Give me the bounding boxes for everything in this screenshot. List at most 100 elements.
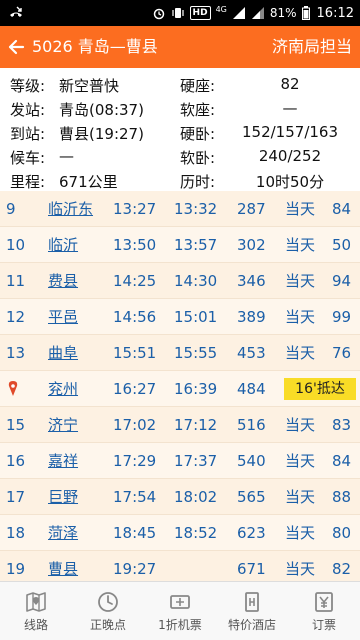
- clock-icon: [98, 592, 118, 612]
- arrive-time: 17:02: [113, 416, 157, 434]
- stop-row[interactable]: 9 临沂东 13:27 13:32 287 当天 84: [0, 191, 360, 227]
- arrive-time: 18:45: [113, 524, 157, 542]
- distance-km: 484: [237, 380, 266, 398]
- station-link[interactable]: 费县: [48, 271, 78, 291]
- distance-km: 287: [237, 200, 266, 218]
- stop-number: 19: [6, 560, 26, 578]
- hotel-icon: [245, 592, 259, 612]
- bureau-label: 济南局担当: [271, 37, 352, 56]
- distance-value: 671公里: [59, 173, 118, 191]
- location-pin-icon: [8, 381, 18, 396]
- depart-time: 17:37: [174, 452, 218, 470]
- distance-km: 516: [237, 416, 266, 434]
- stop-row[interactable]: 11 费县 14:25 14:30 346 当天 94: [0, 263, 360, 299]
- station-link[interactable]: 济宁: [48, 415, 78, 435]
- stop-number: 17: [6, 488, 26, 506]
- station-link[interactable]: 曹县: [48, 559, 78, 579]
- nav-hotel-label: 特价酒店: [227, 618, 276, 632]
- stop-list[interactable]: 9 临沂东 13:27 13:32 287 当天 84 10 临沂 13:50 …: [0, 191, 360, 581]
- vibrate-icon: [171, 8, 184, 18]
- depart-time: 14:30: [174, 272, 218, 290]
- stop-row[interactable]: 15 济宁 17:02 17:12 516 当天 83: [0, 407, 360, 443]
- status-bar: HD 4G 81% 16:12: [0, 0, 360, 26]
- day-offset: 当天: [285, 488, 316, 506]
- day-offset: 当天: [285, 272, 316, 290]
- distance-km: 623: [237, 524, 266, 542]
- day-offset: 当天: [285, 308, 316, 326]
- station-link[interactable]: 临沂: [48, 235, 78, 255]
- nav-hotel[interactable]: 特价酒店: [216, 582, 288, 640]
- info-row-to: 到站: 曹县(19:27) 硬卧: 152/157/163: [0, 120, 360, 145]
- station-link[interactable]: 兖州: [48, 379, 78, 399]
- day-offset: 当天: [285, 452, 316, 470]
- nav-flight-label: 1折机票: [158, 618, 202, 632]
- distance-km: 389: [237, 308, 266, 326]
- wait-value: —: [59, 147, 74, 165]
- stop-row[interactable]: 19 曹县 19:27 671 当天 82: [0, 551, 360, 581]
- info-row-from: 发站: 青岛(08:37) 软座: —: [0, 96, 360, 121]
- stop-row[interactable]: 13 曲阜 15:51 15:55 453 当天 76: [0, 335, 360, 371]
- soft-seat-value: —: [282, 99, 298, 117]
- yen-icon: [315, 592, 333, 612]
- depart-time: 18:52: [174, 524, 218, 542]
- stop-row[interactable]: 17 巨野 17:54 18:02 565 当天 88: [0, 479, 360, 515]
- distance-label: 里程:: [10, 173, 46, 191]
- station-link[interactable]: 临沂东: [48, 199, 93, 219]
- depart-time: 16:39: [174, 380, 218, 398]
- nav-booking[interactable]: 订票: [288, 582, 360, 640]
- nav-route[interactable]: 线路: [0, 582, 72, 640]
- arrive-time: 14:25: [113, 272, 157, 290]
- price: 82: [332, 560, 352, 578]
- distance-km: 565: [237, 488, 266, 506]
- day-offset: 当天: [285, 416, 316, 434]
- stop-row[interactable]: 16 嘉祥 17:29 17:37 540 当天 84: [0, 443, 360, 479]
- nav-flight[interactable]: 1折机票: [144, 582, 216, 640]
- missed-call-icon: [10, 6, 22, 17]
- price: 80: [332, 524, 352, 542]
- stop-number: 12: [6, 308, 26, 326]
- stop-row[interactable]: 18 菏泽 18:45 18:52 623 当天 80: [0, 515, 360, 551]
- stop-number: 15: [6, 416, 26, 434]
- distance-km: 346: [237, 272, 266, 290]
- hard-seat-label: 硬座:: [180, 77, 216, 95]
- arrive-time: 19:27: [113, 560, 157, 578]
- stop-number: 16: [6, 452, 26, 470]
- price: 99: [332, 308, 352, 326]
- day-offset: 当天: [285, 344, 316, 362]
- hard-sleeper-label: 硬卧:: [180, 125, 216, 143]
- depart-time: 18:02: [174, 488, 218, 506]
- soft-sleeper-value: 240/252: [258, 147, 322, 165]
- back-arrow-icon[interactable]: [6, 37, 26, 57]
- price: 84: [332, 452, 352, 470]
- price: 76: [332, 344, 352, 362]
- price: 88: [332, 488, 352, 506]
- signal-icon-2: [251, 7, 264, 19]
- to-value: 曹县(19:27): [59, 125, 144, 143]
- station-link[interactable]: 巨野: [48, 487, 78, 507]
- stop-row-current[interactable]: 兖州 16:27 16:39 484 16'抵达: [0, 371, 360, 407]
- nav-delay[interactable]: 正晚点: [72, 582, 144, 640]
- station-link[interactable]: 平邑: [48, 307, 78, 327]
- day-offset: 当天: [285, 236, 316, 254]
- station-link[interactable]: 嘉祥: [48, 451, 78, 471]
- stop-row[interactable]: 12 平邑 14:56 15:01 389 当天 99: [0, 299, 360, 335]
- hd-badge: HD: [189, 6, 211, 20]
- station-link[interactable]: 曲阜: [48, 343, 78, 363]
- info-row-wait: 候车: — 软卧: 240/252: [0, 144, 360, 169]
- alarm-icon: [153, 8, 164, 20]
- stop-number: 10: [6, 236, 26, 254]
- depart-time: 13:32: [174, 200, 218, 218]
- duration-label: 历时:: [180, 173, 216, 191]
- distance-km: 671: [237, 560, 266, 578]
- station-link[interactable]: 菏泽: [48, 523, 78, 543]
- signal-icon: [232, 7, 245, 19]
- stop-row[interactable]: 10 临沂 13:50 13:57 302 当天 50: [0, 227, 360, 263]
- status-right: HD 4G 81% 16:12: [152, 4, 354, 22]
- soft-sleeper-label: 软卧:: [180, 149, 216, 167]
- map-icon: [26, 592, 46, 612]
- battery-icon: [301, 6, 310, 20]
- from-value: 青岛(08:37): [59, 101, 144, 119]
- price: 84: [332, 200, 352, 218]
- arrive-time: 13:27: [113, 200, 157, 218]
- hard-sleeper-value: 152/157/163: [242, 123, 338, 141]
